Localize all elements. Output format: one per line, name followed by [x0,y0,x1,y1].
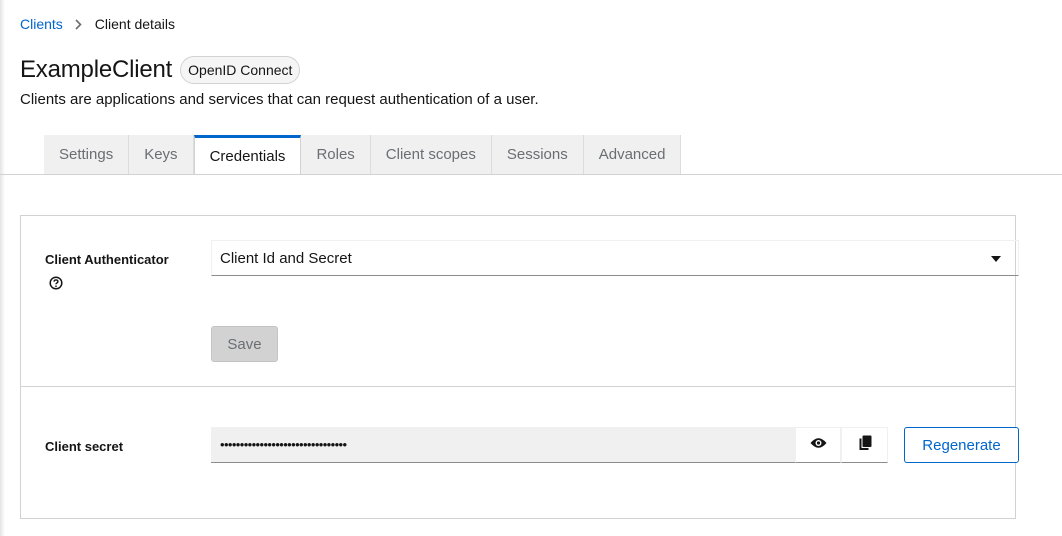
client-secret-input[interactable]: •••••••••••••••••••••••••••••••• [211,427,795,463]
card-divider [21,386,1015,387]
tabs-divider [0,174,1062,175]
tab-client-scopes[interactable]: Client scopes [370,135,492,174]
left-panel-edge [0,0,5,536]
save-button[interactable]: Save [211,326,278,362]
help-icon[interactable] [49,276,63,290]
eye-icon [810,436,827,454]
page-subtitle: Clients are applications and services th… [20,91,539,108]
chevron-right-icon [75,18,82,30]
client-authenticator-label: Client Authenticator [45,252,169,267]
credentials-card: Client Authenticator Client Id and Secre… [20,215,1019,519]
tab-keys[interactable]: Keys [129,135,194,174]
copy-secret-button[interactable] [841,427,888,463]
client-authenticator-value: Client Id and Secret [220,249,352,267]
protocol-badge: OpenID Connect [180,56,301,84]
show-secret-button[interactable] [795,427,841,463]
client-authenticator-select[interactable]: Client Id and Secret [211,240,1019,276]
title-row: ExampleClient OpenID Connect [20,55,301,85]
breadcrumb: Clients Client details [20,15,175,33]
breadcrumb-current: Client details [94,16,175,32]
tab-sessions[interactable]: Sessions [491,135,584,174]
caret-down-icon [991,256,1001,262]
copy-icon [858,435,872,456]
tab-settings[interactable]: Settings [44,135,130,174]
tab-advanced[interactable]: Advanced [583,135,682,174]
breadcrumb-clients-link[interactable]: Clients [20,16,63,32]
regenerate-button[interactable]: Regenerate [904,427,1019,463]
tab-roles[interactable]: Roles [301,135,371,174]
tab-credentials[interactable]: Credentials [193,135,302,175]
client-tabs: Settings Keys Credentials Roles Client s… [44,135,682,175]
page-title: ExampleClient [20,56,173,83]
client-secret-label: Client secret [45,439,124,454]
